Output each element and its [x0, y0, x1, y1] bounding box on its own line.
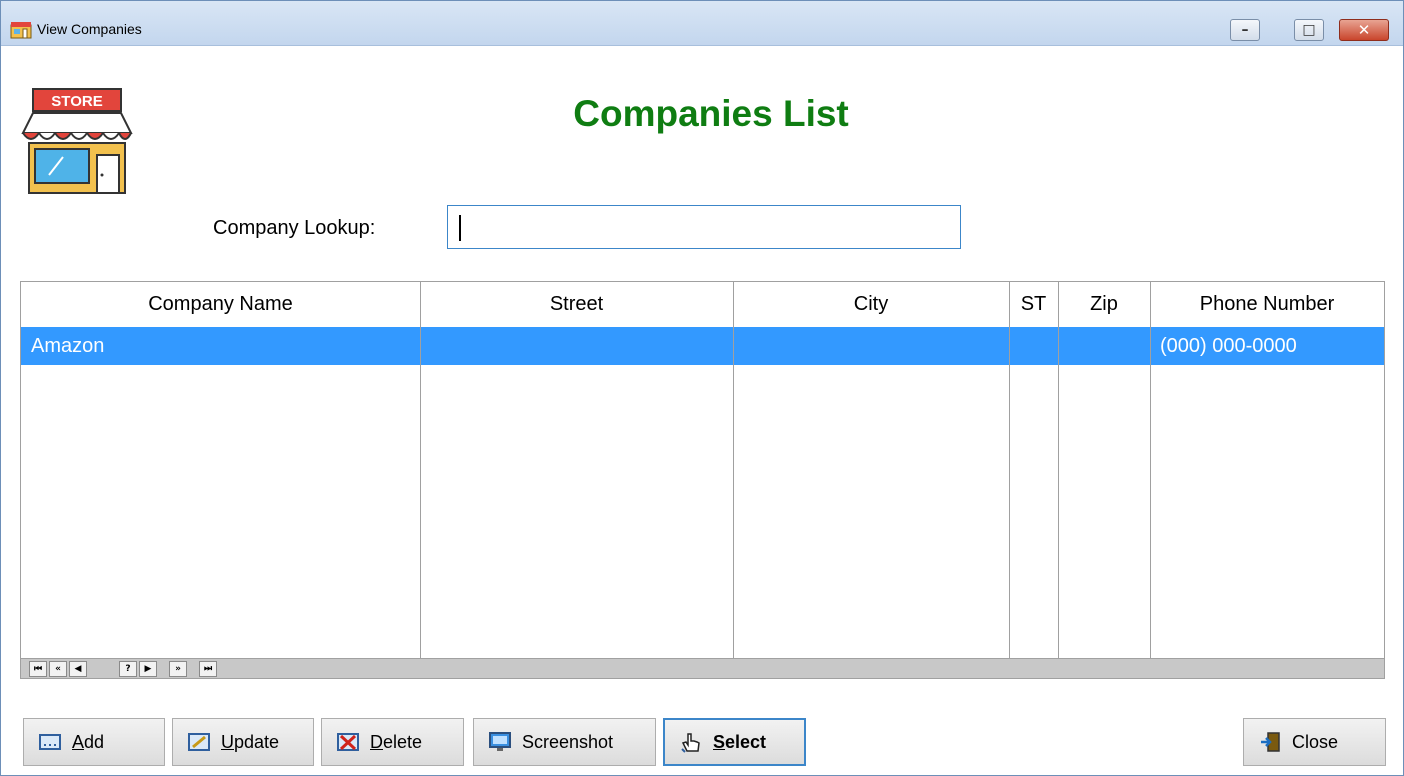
maximize-button[interactable]: □	[1294, 19, 1324, 41]
store-icon: STORE	[21, 88, 133, 194]
cell-city[interactable]	[743, 327, 1003, 365]
cell-zip[interactable]	[1064, 327, 1144, 365]
cell-st[interactable]	[1015, 327, 1055, 365]
cell-phone-number[interactable]: (000) 000-0000	[1160, 327, 1380, 365]
window-title: View Companies	[37, 21, 142, 37]
column-header-company-name[interactable]: Company Name	[21, 282, 420, 327]
nav-next-icon[interactable]: ▶	[139, 661, 157, 677]
close-button-label: Close	[1292, 731, 1339, 752]
cell-company-name[interactable]: Amazon	[31, 327, 411, 365]
update-button[interactable]: Update	[172, 718, 314, 766]
text-caret	[459, 215, 461, 241]
close-icon: ✕	[1357, 21, 1371, 39]
nav-first-icon[interactable]: ⏮	[29, 661, 47, 677]
grid-header: Company Name Street City ST Zip Phone Nu…	[21, 282, 1384, 327]
delete-button-label: Delete	[370, 731, 423, 752]
hand-pointer-icon	[681, 733, 700, 753]
update-button-label: Update	[221, 731, 280, 752]
screenshot-button[interactable]: Screenshot	[473, 718, 656, 766]
column-divider	[420, 282, 421, 658]
column-divider	[1150, 282, 1151, 658]
exit-door-icon	[1261, 732, 1280, 752]
column-divider	[733, 282, 734, 658]
add-button[interactable]: Add	[23, 718, 165, 766]
screenshot-button-label: Screenshot	[522, 731, 614, 752]
companies-grid[interactable]: Company Name Street City ST Zip Phone Nu…	[20, 281, 1385, 679]
company-lookup-input[interactable]	[447, 205, 961, 249]
screenshot-icon	[489, 732, 511, 751]
nav-prev-icon[interactable]: ◀	[69, 661, 87, 677]
minimize-icon: –	[1241, 22, 1249, 38]
select-button[interactable]: Select	[663, 718, 806, 766]
column-header-st[interactable]: ST	[1009, 282, 1058, 327]
column-header-city[interactable]: City	[733, 282, 1009, 327]
add-button-label: Add	[72, 731, 105, 752]
select-button-label: Select	[713, 731, 767, 752]
maximize-icon: □	[1302, 22, 1316, 38]
nav-find-icon[interactable]: ?	[119, 661, 137, 677]
grid-navigator: ⏮ « ◀ ? ▶ » ⏭	[21, 658, 1384, 678]
nav-next-page-icon[interactable]: »	[169, 661, 187, 677]
cell-street[interactable]	[430, 327, 730, 365]
store-sign-text: STORE	[51, 93, 102, 110]
minimize-button[interactable]: –	[1230, 19, 1260, 41]
title-bar[interactable]: View Companies – □ ✕	[1, 1, 1403, 46]
page-title: Companies List	[573, 93, 849, 134]
company-lookup-label: Company Lookup:	[213, 217, 376, 239]
update-icon	[188, 733, 210, 751]
window-close-button[interactable]: ✕	[1339, 19, 1389, 41]
nav-prev-page-icon[interactable]: «	[49, 661, 67, 677]
view-companies-window: View Companies – □ ✕ STORE Companies Lis…	[0, 0, 1404, 776]
column-header-phone-number[interactable]: Phone Number	[1150, 282, 1384, 327]
delete-button[interactable]: Delete	[321, 718, 464, 766]
app-icon	[10, 22, 32, 39]
column-divider	[1009, 282, 1010, 658]
column-divider	[1058, 282, 1059, 658]
close-button[interactable]: Close	[1243, 718, 1386, 766]
add-icon	[39, 734, 61, 750]
nav-last-icon[interactable]: ⏭	[199, 661, 217, 677]
column-header-zip[interactable]: Zip	[1058, 282, 1150, 327]
delete-icon	[337, 733, 359, 751]
column-header-street[interactable]: Street	[420, 282, 733, 327]
